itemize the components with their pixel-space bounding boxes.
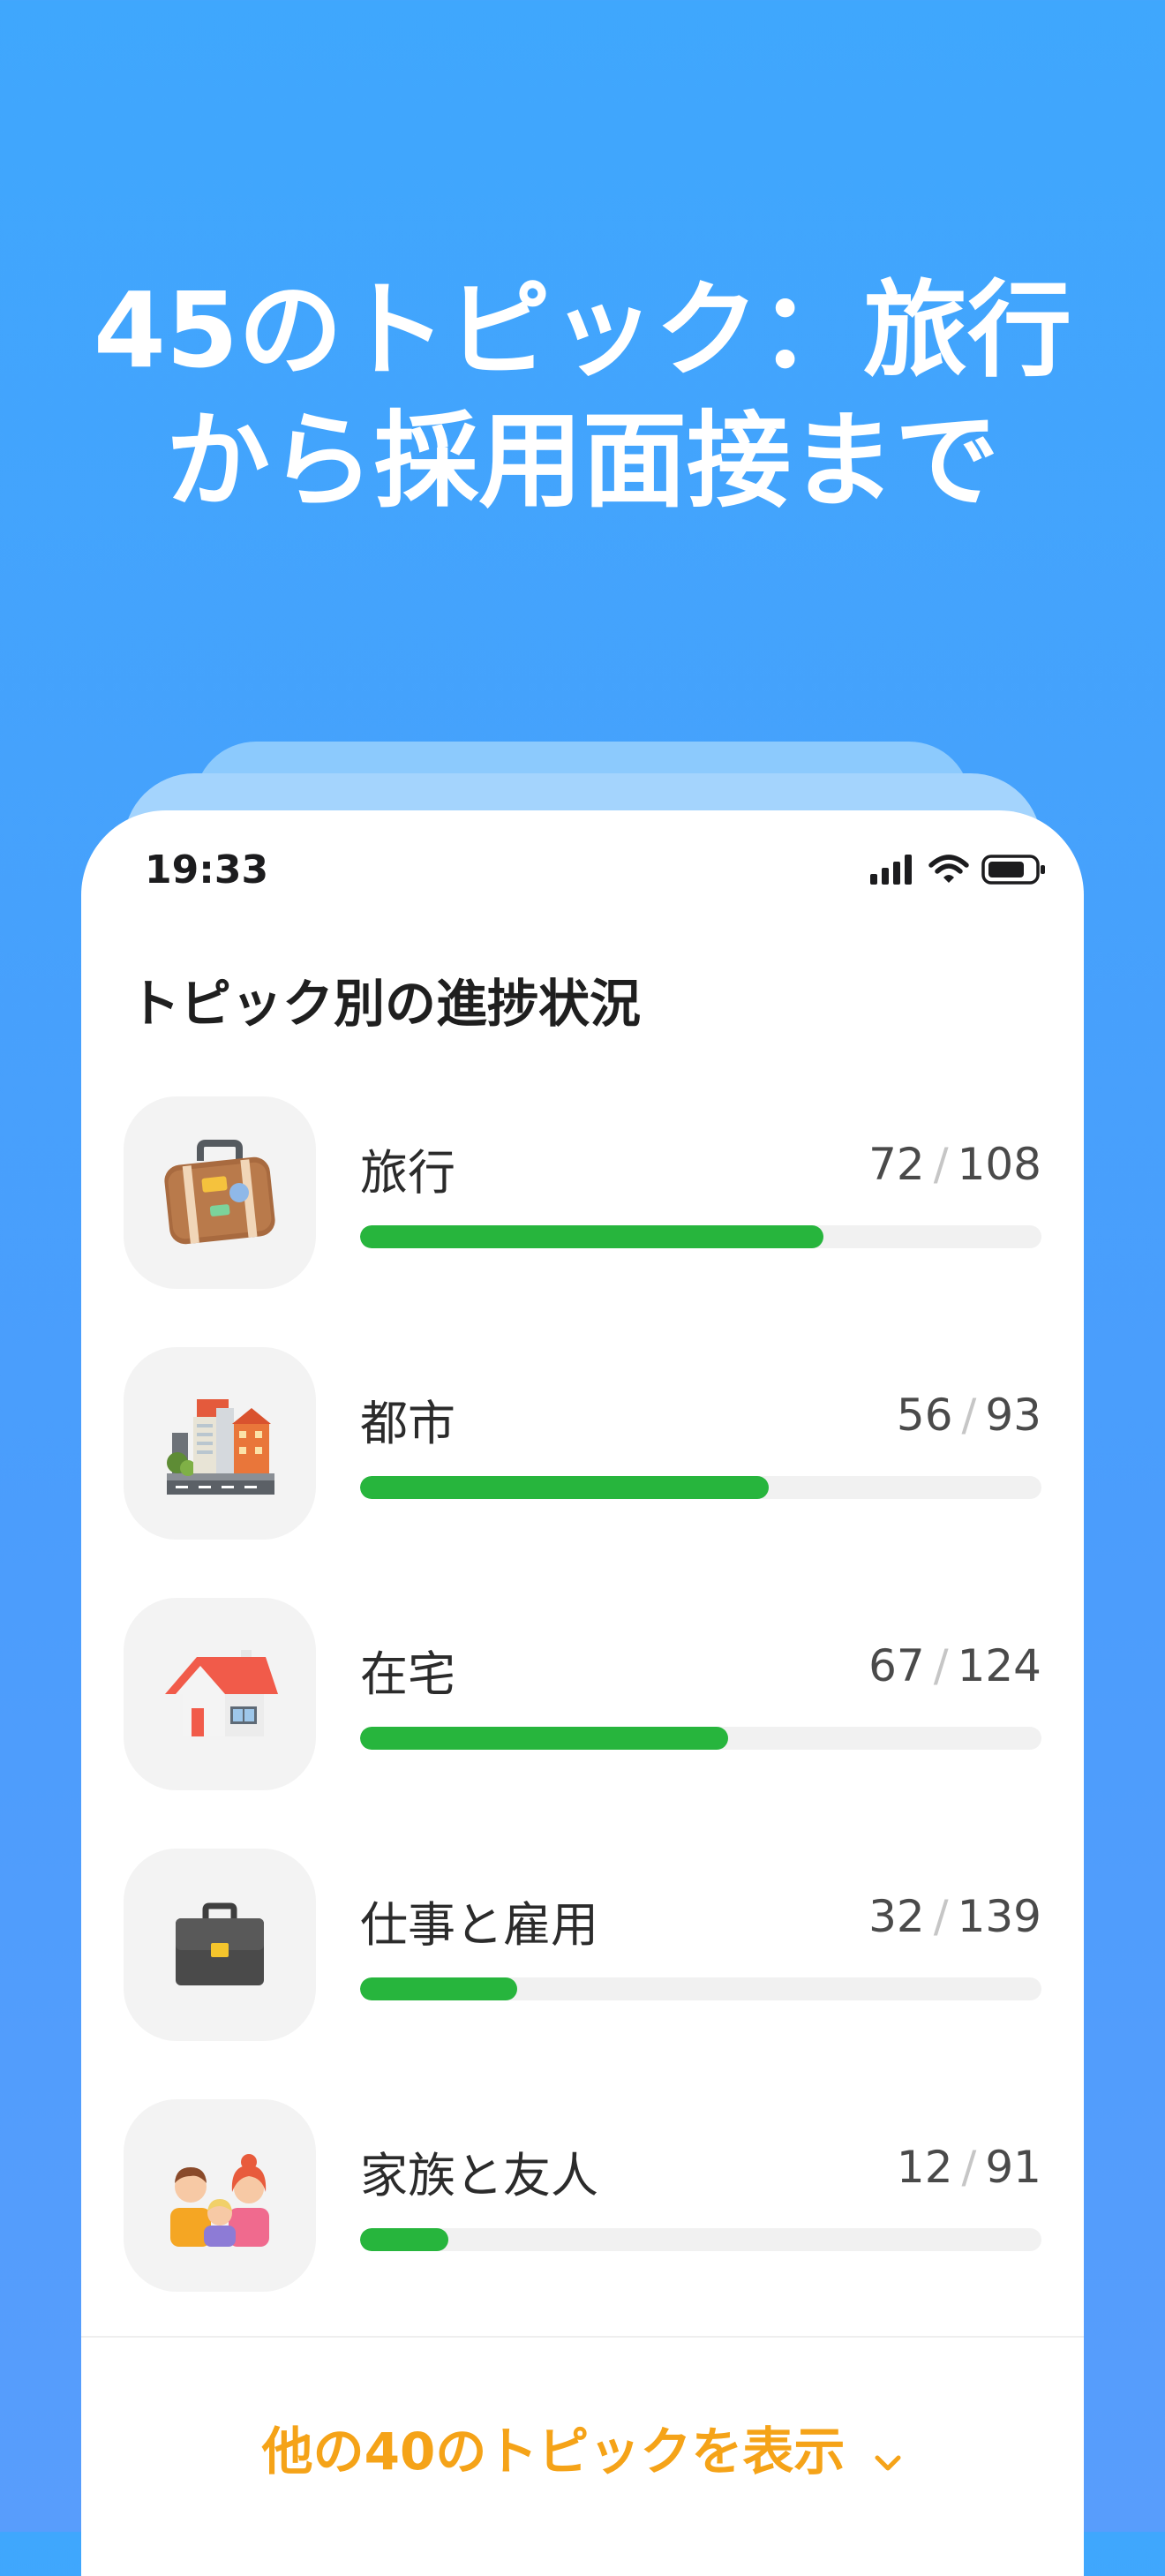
topic-row-home[interactable]: 在宅 67/124 [124,1598,1041,1792]
topic-count: 32/139 [868,1891,1041,1942]
topic-count-done: 32 [868,1891,925,1942]
progress-fill [360,2228,449,2251]
progress-bar [360,1476,1041,1499]
show-more-label: 他の40のトピックを表示 [261,2422,846,2482]
headline: 45のトピック：旅行 から採用面接まで [0,265,1165,526]
battery-icon [981,855,1045,885]
topic-count-total: 139 [957,1891,1041,1942]
show-more-topics-button[interactable]: 他の40のトピックを表示 [81,2410,1084,2485]
phone-screen-card: 19:33 トピック別の進捗状況 旅行 72 / 108 都市 56 / 93 … [81,810,1084,2576]
topic-count-total: 93 [985,1390,1041,1441]
status-bar: 19:33 [81,810,1084,925]
progress-fill [360,1977,517,2000]
chevron-down-icon [873,2425,903,2485]
headline-line-2: から採用面接まで [165,400,999,522]
topic-count-separator: / [961,1390,977,1441]
section-title: トピック別の進捗状況 [129,974,642,1034]
topic-count-separator: / [933,1640,949,1691]
house-icon [165,1650,278,1736]
status-icons [870,855,1047,885]
topic-count-done: 12 [896,2142,953,2193]
topic-count-done: 56 [896,1390,953,1441]
progress-bar [360,2228,1041,2251]
divider [81,2336,1084,2338]
family-icon [170,2154,269,2247]
progress-bar [360,1225,1041,1248]
topic-name: 家族と友人 [360,2148,598,2203]
wifi-icon [928,855,969,883]
progress-bar [360,1727,1041,1750]
topic-count-separator: / [933,1891,949,1942]
topic-row-travel[interactable]: 旅行 72/108 [124,1096,1041,1291]
topic-count-total: 91 [985,2142,1041,2193]
topic-count: 56/93 [897,1390,1041,1441]
topic-icon-tile [124,1849,316,2041]
status-time: 19:33 [145,847,269,893]
topic-icon-tile [124,2099,316,2292]
topic-count: 72/108 [868,1139,1041,1190]
topic-name: 都市 [360,1396,455,1451]
topic-row-work[interactable]: 仕事と雇用 32/139 [124,1849,1041,2043]
topic-count-total: 124 [957,1640,1041,1691]
topic-name: 旅行 [360,1145,455,1201]
topic-name: 仕事と雇用 [360,1897,598,1953]
suitcase-icon [164,1140,275,1245]
topic-count: 12/91 [897,2142,1041,2193]
topic-row-family[interactable]: 家族と友人 12/91 [124,2099,1041,2294]
progress-fill [360,1727,728,1750]
topic-icon-tile [124,1096,316,1289]
topic-name: 在宅 [360,1646,455,1702]
topic-count-done: 67 [868,1640,925,1691]
progress-bar [360,1977,1041,2000]
topic-count: 67/124 [868,1640,1041,1691]
topic-count-done: 72 [868,1139,925,1190]
city-buildings-icon [167,1399,274,1495]
topic-icon-tile [124,1598,316,1790]
cellular-signal-icon [870,855,912,885]
topic-count-separator: / [933,1139,949,1190]
topic-row-city[interactable]: 都市 56/93 [124,1347,1041,1541]
briefcase-icon [176,1902,264,1985]
headline-line-1: 45のトピック：旅行 [93,269,1072,391]
topic-count-total: 108 [957,1139,1041,1190]
topic-icon-tile [124,1347,316,1540]
topic-count-separator: / [961,2142,977,2193]
progress-fill [360,1476,770,1499]
progress-fill [360,1225,823,1248]
